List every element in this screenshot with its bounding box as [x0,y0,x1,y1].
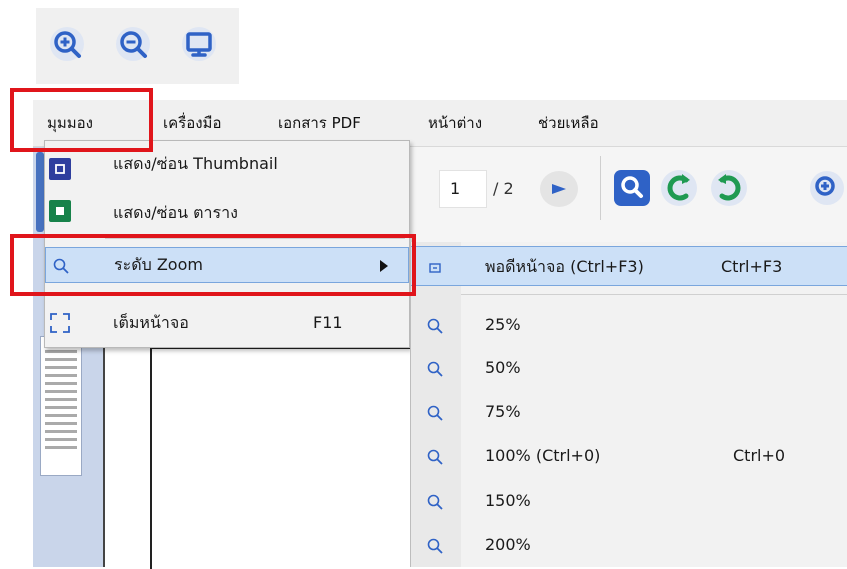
zoom-out-button[interactable] [116,27,150,61]
search-icon [614,170,650,206]
toolbar-zoom-in-button[interactable] [807,168,847,208]
fullscreen-icon [50,313,70,333]
panel-tab[interactable] [36,152,44,232]
presentation-button[interactable] [182,27,216,61]
document-page [150,347,432,569]
play-arrow-icon [552,184,566,194]
zoom-option-150[interactable]: 150% [411,481,847,521]
zoom-option-25[interactable]: 25% [411,305,847,345]
zoom-in-button[interactable] [50,27,84,61]
menu-view[interactable]: มุมมอง [47,112,93,134]
zoom-out-icon [120,31,147,58]
zoom-icon-strip [36,8,239,84]
magnifier-icon [427,449,443,465]
menu-item-zoom-level[interactable]: ระดับ Zoom [45,247,409,283]
zoom-in-icon [810,171,844,205]
menu-window[interactable]: หน้าต่าง [428,112,482,134]
rotate-right-icon [711,170,747,206]
fit-page-icon [429,263,441,273]
menu-item-fullscreen[interactable]: เต็มหน้าจอ F11 [45,305,409,341]
magnifier-icon [53,258,69,274]
page-number-input[interactable]: 1 [439,170,487,208]
table-toggle-icon [49,200,71,222]
toolbar-separator [600,156,601,220]
menu-item-toggle-table[interactable]: แสดง/ซ่อน ตาราง [45,193,409,229]
page-total: / 2 [493,179,514,198]
menu-pdf-document[interactable]: เอกสาร PDF [278,112,361,134]
magnifier-icon [427,405,443,421]
zoom-option-fit-page[interactable]: พอดีหน้าจอ (Ctrl+F3) Ctrl+F3 [411,246,847,286]
magnifier-icon [427,494,443,510]
zoom-option-200[interactable]: 200% [411,525,847,565]
menu-tools[interactable]: เครื่องมือ [163,112,221,134]
zoom-in-icon [54,31,81,58]
magnifier-icon [427,538,443,554]
zoom-option-50[interactable]: 50% [411,348,847,388]
magnifier-icon [427,318,443,334]
menu-item-toggle-thumbnail[interactable]: แสดง/ซ่อน Thumbnail [45,151,409,187]
zoom-submenu: พอดีหน้าจอ (Ctrl+F3) Ctrl+F3 25% 50% 75%… [410,242,847,567]
menu-help[interactable]: ช่วยเหลือ [538,112,599,134]
zoom-option-100[interactable]: 100% (Ctrl+0) Ctrl+0 [411,436,847,476]
rotate-left-icon [661,170,697,206]
magnifier-icon [427,361,443,377]
monitor-icon [186,32,212,57]
search-button[interactable] [612,168,652,208]
thumbnail-toggle-icon [49,158,71,180]
rotate-right-button[interactable] [709,168,749,208]
zoom-option-75[interactable]: 75% [411,392,847,432]
view-menu-dropdown: แสดง/ซ่อน Thumbnail แสดง/ซ่อน ตาราง ระดั… [44,140,410,348]
page-thumbnail[interactable] [40,336,82,476]
main-toolbar: 1 / 2 [407,146,847,242]
submenu-arrow-icon [380,260,388,272]
next-page-button[interactable] [540,171,578,207]
rotate-left-button[interactable] [659,168,699,208]
